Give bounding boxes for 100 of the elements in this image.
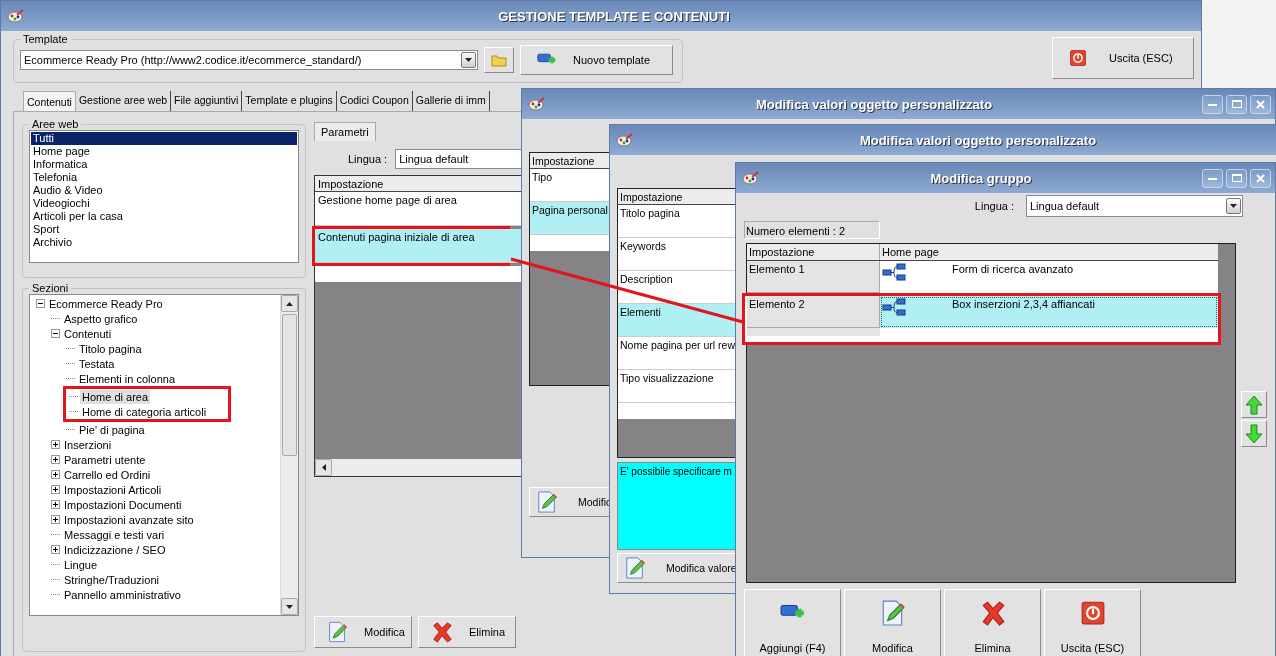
tree-item[interactable]: Aspetto grafico	[62, 311, 140, 326]
down-arrow-icon	[1244, 423, 1264, 444]
language-label: Lingua :	[974, 200, 1014, 212]
tree-item[interactable]: Lingue	[62, 557, 100, 572]
action-button[interactable]: Modifica	[844, 589, 941, 656]
up-arrow-icon	[286, 301, 293, 306]
expand-icon[interactable]	[50, 470, 60, 479]
tree-item[interactable]: Home di categoria articoli	[80, 404, 209, 419]
list-item[interactable]: Articoli per la casa	[31, 210, 297, 223]
group-label: Template	[22, 33, 69, 45]
expand-icon[interactable]	[50, 500, 60, 509]
up-arrow-icon	[1244, 394, 1264, 415]
maximize-button[interactable]	[1226, 168, 1247, 188]
tree-item[interactable]: Impostazioni Documenti	[62, 497, 184, 512]
tree-item[interactable]: Parametri utente	[62, 452, 148, 467]
tab[interactable]: Parametri	[314, 122, 376, 141]
list-item[interactable]: Home page	[31, 145, 297, 158]
power-icon	[1079, 600, 1106, 626]
tree-item[interactable]: Carrello ed Ordini	[62, 467, 153, 482]
maximize-icon	[1231, 100, 1242, 108]
delete-icon	[979, 600, 1006, 626]
expand-icon[interactable]	[50, 440, 60, 449]
action-button[interactable]: Uscita (ESC)	[1044, 589, 1141, 656]
collapse-icon[interactable]	[50, 329, 60, 338]
maximize-icon	[1231, 174, 1242, 182]
palette-icon	[742, 171, 760, 185]
tree-item[interactable]: Testata	[77, 356, 117, 371]
tree-connector	[65, 348, 75, 349]
folder-button[interactable]	[484, 47, 514, 73]
collapse-icon[interactable]	[35, 299, 45, 308]
new-template-button[interactable]: Nuovo template	[520, 45, 673, 75]
move-up-button[interactable]	[1241, 391, 1267, 418]
minimize-button[interactable]	[1202, 94, 1223, 114]
language-dropdown[interactable]: Lingua default	[1026, 195, 1243, 217]
tree-item[interactable]: Titolo pagina	[77, 341, 144, 356]
minimize-icon	[1208, 102, 1217, 106]
dropdown-button[interactable]	[1226, 198, 1241, 214]
palette-icon	[616, 133, 634, 147]
tree-item[interactable]: Ecommerce Ready Pro	[47, 296, 165, 311]
table-cell: Elemento 2	[747, 296, 880, 328]
tree-item[interactable]: Impostazioni avanzate sito	[62, 512, 196, 527]
tab[interactable]: File aggiuntivi	[171, 91, 243, 111]
list-item[interactable]: Archivio	[31, 236, 297, 249]
tree-item[interactable]: Impostazioni Articoli	[62, 482, 164, 497]
list-item[interactable]: Tutti	[31, 132, 297, 145]
language-label: Lingua :	[348, 153, 388, 165]
close-button[interactable]	[1250, 168, 1271, 188]
edit-icon	[624, 557, 646, 579]
exit-button[interactable]: Uscita (ESC)	[1052, 37, 1194, 79]
list-item[interactable]: Informatica	[31, 158, 297, 171]
tree-item[interactable]: Inserzioni	[62, 437, 114, 452]
group-label: Aree web	[31, 118, 80, 130]
scrollbar[interactable]	[280, 295, 298, 615]
tree-item[interactable]: Home di area	[80, 389, 151, 404]
tab[interactable]: Contenuti	[23, 91, 76, 111]
tab[interactable]: Template e plugins	[242, 91, 337, 111]
table-cell[interactable]: Box inserzioni 2,3,4 affiancati	[880, 296, 1218, 328]
tree-connector	[50, 318, 60, 319]
window-title: Modifica gruppo	[929, 170, 1033, 186]
close-icon	[1256, 99, 1265, 109]
list-item[interactable]: Audio & Video	[31, 184, 297, 197]
close-icon	[1256, 173, 1265, 183]
scrollbar-thumb[interactable]	[282, 314, 297, 456]
list-item[interactable]: Telefonia	[31, 171, 297, 184]
list-item[interactable]: Sport	[31, 223, 297, 236]
tree-connector	[50, 534, 60, 535]
maximize-button[interactable]	[1226, 94, 1247, 114]
tree-connector	[50, 594, 60, 595]
dropdown-button[interactable]	[461, 52, 476, 68]
minimize-button[interactable]	[1202, 168, 1223, 188]
expand-icon[interactable]	[50, 545, 60, 554]
expand-icon[interactable]	[50, 515, 60, 524]
tree-connector	[50, 579, 60, 580]
caret-icon	[465, 58, 472, 62]
tree-item[interactable]: Pannello amministrativo	[62, 587, 183, 602]
palette-icon	[528, 97, 546, 111]
expand-icon[interactable]	[50, 485, 60, 494]
element-count: Numero elementi : 2	[744, 221, 880, 239]
expand-icon[interactable]	[50, 455, 60, 464]
caret-icon	[1230, 204, 1237, 208]
close-button[interactable]	[1250, 94, 1271, 114]
edit-icon	[536, 491, 558, 513]
action-button[interactable]: Modifica	[314, 616, 412, 648]
action-button[interactable]: Aggiungi (F4)	[744, 589, 841, 656]
tree-item[interactable]: Pie' di pagina	[77, 422, 147, 437]
list-item[interactable]: Videogiochi	[31, 197, 297, 210]
hierarchy-icon	[882, 298, 906, 316]
tree-item[interactable]: Stringhe/Traduzioni	[62, 572, 161, 587]
move-down-button[interactable]	[1241, 420, 1267, 447]
tree-item[interactable]: Elementi in colonna	[77, 371, 177, 386]
tree-item[interactable]: Indicizzazione / SEO	[62, 542, 168, 557]
tree-item[interactable]: Messaggi e testi vari	[62, 527, 167, 542]
tree-item[interactable]: Contenuti	[62, 326, 114, 341]
down-arrow-icon	[286, 604, 293, 609]
action-button[interactable]: Elimina	[418, 616, 516, 648]
window-title: Modifica valori oggetto personalizzato	[858, 132, 1098, 148]
hierarchy-icon	[882, 263, 906, 281]
column-header: Home page	[881, 245, 940, 260]
template-dropdown[interactable]: Ecommerce Ready Pro (http://www2.codice.it/ecommerce_standard/)	[20, 50, 478, 70]
action-button[interactable]: Elimina	[944, 589, 1041, 656]
